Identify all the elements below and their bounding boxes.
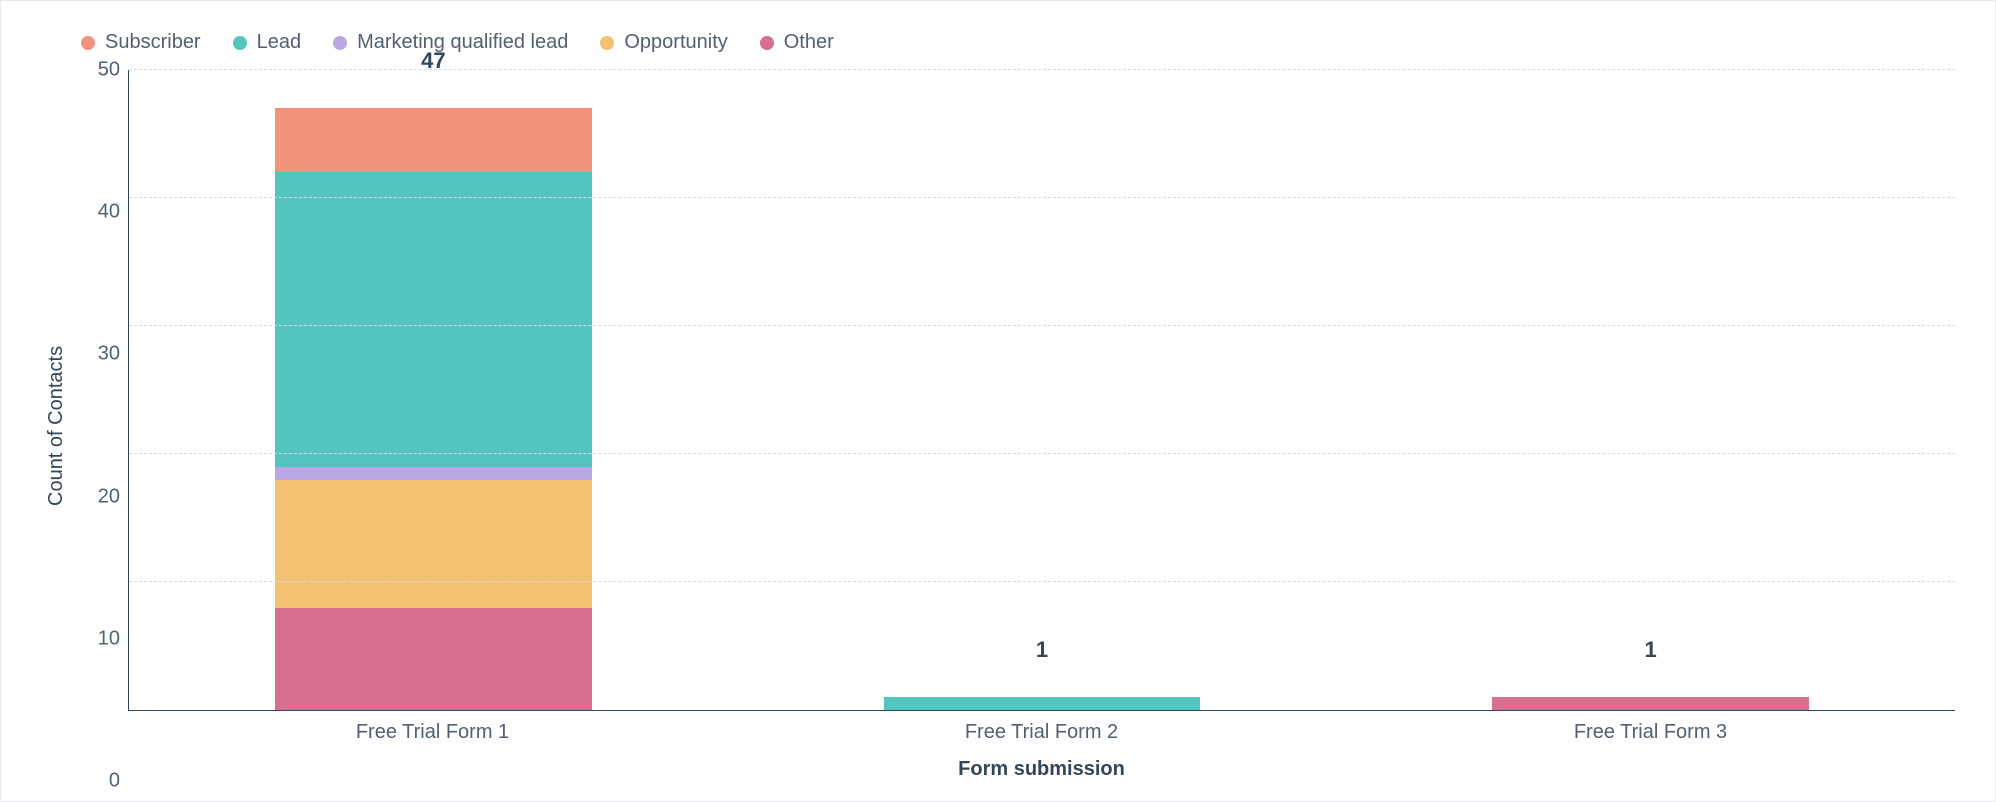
y-tick-label: 50 (98, 59, 120, 82)
chart-card: Subscriber Lead Marketing qualified lead Op… (0, 0, 1996, 802)
x-tick-label: Free Trial Form 3 (1346, 721, 1955, 744)
y-tick-label: 20 (98, 485, 120, 508)
legend-swatch-icon (333, 36, 347, 50)
bar-segment[interactable] (275, 608, 592, 710)
bar-segment[interactable] (275, 480, 592, 608)
legend-swatch-icon (81, 36, 95, 50)
legend-item[interactable]: Subscriber (81, 31, 201, 54)
plot-wrapper: 47 1 1 Free Trial Form 1Free Trial Form 2F… (128, 70, 1955, 781)
y-tick-label: 40 (98, 201, 120, 224)
legend-label: Other (784, 31, 834, 54)
bar-total-label: 47 (421, 48, 445, 78)
x-tick-label: Free Trial Form 2 (737, 721, 1346, 744)
legend-item[interactable]: Other (760, 31, 834, 54)
bar-stack[interactable] (884, 70, 1201, 710)
bar-stack[interactable] (275, 70, 592, 710)
x-axis-title: Form submission (128, 744, 1955, 781)
gridline (129, 197, 1955, 198)
y-tick-label: 30 (98, 343, 120, 366)
bars-row: 47 1 1 (129, 70, 1955, 710)
legend-label: Opportunity (624, 31, 727, 54)
y-axis-title: Count of Contacts (41, 70, 72, 781)
x-axis-ticks: Free Trial Form 1Free Trial Form 2Free T… (128, 711, 1955, 744)
bar-cell: 1 (738, 70, 1347, 710)
bar-segment[interactable] (1492, 697, 1809, 710)
legend-swatch-icon (233, 36, 247, 50)
legend-label: Subscriber (105, 31, 201, 54)
bar-stack[interactable] (1492, 70, 1809, 710)
gridline (129, 453, 1955, 454)
legend-item[interactable]: Lead (233, 31, 302, 54)
legend-swatch-icon (760, 36, 774, 50)
chart-body: Count of Contacts 01020304050 4711 Free … (41, 70, 1955, 781)
gridline (129, 325, 1955, 326)
bar-cell: 47 (129, 70, 738, 710)
gridline (129, 581, 1955, 582)
gridline (129, 69, 1955, 70)
plot-area: 47 1 1 (128, 70, 1955, 711)
bar-segment[interactable] (275, 108, 592, 172)
y-tick-label: 0 (109, 770, 120, 793)
bar-segment[interactable] (884, 697, 1201, 710)
legend-item[interactable]: Marketing qualified lead (333, 31, 568, 54)
chart-legend: Subscriber Lead Marketing qualified lead Op… (41, 31, 1955, 54)
x-tick-label: Free Trial Form 1 (128, 721, 737, 744)
y-axis-ticks: 01020304050 (72, 70, 128, 781)
bar-total-label: 1 (1645, 637, 1657, 667)
y-tick-label: 10 (98, 627, 120, 650)
legend-item[interactable]: Opportunity (600, 31, 727, 54)
legend-label: Marketing qualified lead (357, 31, 568, 54)
legend-label: Lead (257, 31, 302, 54)
bar-segment[interactable] (275, 172, 592, 466)
bar-cell: 1 (1346, 70, 1955, 710)
bar-total-label: 1 (1036, 637, 1048, 667)
bar-segment[interactable] (275, 467, 592, 480)
legend-swatch-icon (600, 36, 614, 50)
